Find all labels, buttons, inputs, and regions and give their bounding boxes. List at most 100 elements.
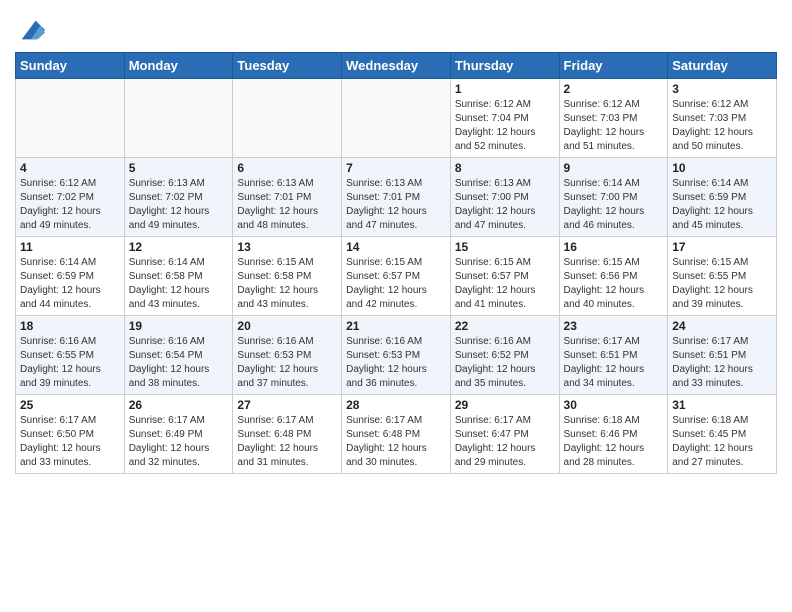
day-cell-10: 10 Sunrise: 6:14 AM Sunset: 6:59 PM Dayli… (668, 158, 777, 237)
day-info: Sunrise: 6:16 AM Sunset: 6:55 PM Dayligh… (20, 335, 120, 391)
day-cell-24: 24 Sunrise: 6:17 AM Sunset: 6:51 PM Dayli… (668, 316, 777, 395)
day-header-monday: Monday (124, 53, 233, 79)
day-info: Sunrise: 6:12 AM Sunset: 7:04 PM Dayligh… (455, 98, 555, 154)
day-cell-3: 3 Sunrise: 6:12 AM Sunset: 7:03 PM Daylig… (668, 79, 777, 158)
day-info: Sunrise: 6:17 AM Sunset: 6:47 PM Dayligh… (455, 414, 555, 470)
day-number: 8 (455, 161, 555, 175)
day-info: Sunrise: 6:18 AM Sunset: 6:46 PM Dayligh… (564, 414, 664, 470)
logo-icon (17, 16, 45, 44)
day-info: Sunrise: 6:14 AM Sunset: 6:58 PM Dayligh… (129, 256, 229, 312)
day-number: 16 (564, 240, 664, 254)
day-cell-8: 8 Sunrise: 6:13 AM Sunset: 7:00 PM Daylig… (450, 158, 559, 237)
day-cell-empty (124, 79, 233, 158)
day-cell-16: 16 Sunrise: 6:15 AM Sunset: 6:56 PM Dayli… (559, 237, 668, 316)
day-info: Sunrise: 6:13 AM Sunset: 7:01 PM Dayligh… (237, 177, 337, 233)
day-info: Sunrise: 6:15 AM Sunset: 6:58 PM Dayligh… (237, 256, 337, 312)
day-number: 18 (20, 319, 120, 333)
day-cell-empty (342, 79, 451, 158)
day-cell-12: 12 Sunrise: 6:14 AM Sunset: 6:58 PM Dayli… (124, 237, 233, 316)
day-number: 12 (129, 240, 229, 254)
day-info: Sunrise: 6:15 AM Sunset: 6:57 PM Dayligh… (455, 256, 555, 312)
day-number: 29 (455, 398, 555, 412)
day-number: 2 (564, 82, 664, 96)
day-number: 6 (237, 161, 337, 175)
day-info: Sunrise: 6:14 AM Sunset: 7:00 PM Dayligh… (564, 177, 664, 233)
day-header-thursday: Thursday (450, 53, 559, 79)
day-info: Sunrise: 6:17 AM Sunset: 6:49 PM Dayligh… (129, 414, 229, 470)
day-info: Sunrise: 6:17 AM Sunset: 6:48 PM Dayligh… (237, 414, 337, 470)
day-info: Sunrise: 6:12 AM Sunset: 7:03 PM Dayligh… (564, 98, 664, 154)
day-cell-empty (16, 79, 125, 158)
day-info: Sunrise: 6:17 AM Sunset: 6:51 PM Dayligh… (672, 335, 772, 391)
day-cell-1: 1Sunrise: 6:12 AM Sunset: 7:04 PM Daylig… (450, 79, 559, 158)
day-info: Sunrise: 6:13 AM Sunset: 7:02 PM Dayligh… (129, 177, 229, 233)
day-info: Sunrise: 6:17 AM Sunset: 6:48 PM Dayligh… (346, 414, 446, 470)
week-row-2: 4Sunrise: 6:12 AM Sunset: 7:02 PM Daylig… (16, 158, 777, 237)
day-info: Sunrise: 6:18 AM Sunset: 6:45 PM Dayligh… (672, 414, 772, 470)
day-number: 17 (672, 240, 772, 254)
calendar-table: SundayMondayTuesdayWednesdayThursdayFrid… (15, 52, 777, 474)
day-info: Sunrise: 6:15 AM Sunset: 6:57 PM Dayligh… (346, 256, 446, 312)
day-cell-5: 5 Sunrise: 6:13 AM Sunset: 7:02 PM Daylig… (124, 158, 233, 237)
day-header-sunday: Sunday (16, 53, 125, 79)
day-number: 19 (129, 319, 229, 333)
day-number: 15 (455, 240, 555, 254)
day-info: Sunrise: 6:12 AM Sunset: 7:03 PM Dayligh… (672, 98, 772, 154)
day-number: 25 (20, 398, 120, 412)
day-number: 22 (455, 319, 555, 333)
day-cell-21: 21 Sunrise: 6:16 AM Sunset: 6:53 PM Dayli… (342, 316, 451, 395)
day-number: 30 (564, 398, 664, 412)
day-cell-18: 18 Sunrise: 6:16 AM Sunset: 6:55 PM Dayli… (16, 316, 125, 395)
day-cell-28: 28 Sunrise: 6:17 AM Sunset: 6:48 PM Dayli… (342, 395, 451, 474)
day-cell-2: 2 Sunrise: 6:12 AM Sunset: 7:03 PM Daylig… (559, 79, 668, 158)
day-number: 28 (346, 398, 446, 412)
day-cell-13: 13 Sunrise: 6:15 AM Sunset: 6:58 PM Dayli… (233, 237, 342, 316)
day-header-friday: Friday (559, 53, 668, 79)
day-info: Sunrise: 6:16 AM Sunset: 6:52 PM Dayligh… (455, 335, 555, 391)
day-cell-23: 23Sunrise: 6:17 AM Sunset: 6:51 PM Dayli… (559, 316, 668, 395)
week-row-5: 25Sunrise: 6:17 AM Sunset: 6:50 PM Dayli… (16, 395, 777, 474)
day-info: Sunrise: 6:16 AM Sunset: 6:54 PM Dayligh… (129, 335, 229, 391)
day-number: 4 (20, 161, 120, 175)
day-info: Sunrise: 6:14 AM Sunset: 6:59 PM Dayligh… (20, 256, 120, 312)
day-cell-25: 25Sunrise: 6:17 AM Sunset: 6:50 PM Dayli… (16, 395, 125, 474)
day-info: Sunrise: 6:13 AM Sunset: 7:00 PM Dayligh… (455, 177, 555, 233)
day-cell-6: 6 Sunrise: 6:13 AM Sunset: 7:01 PM Daylig… (233, 158, 342, 237)
day-number: 7 (346, 161, 446, 175)
day-number: 24 (672, 319, 772, 333)
day-number: 23 (564, 319, 664, 333)
day-number: 11 (20, 240, 120, 254)
day-cell-7: 7 Sunrise: 6:13 AM Sunset: 7:01 PM Daylig… (342, 158, 451, 237)
day-cell-empty (233, 79, 342, 158)
day-cell-15: 15 Sunrise: 6:15 AM Sunset: 6:57 PM Dayli… (450, 237, 559, 316)
day-info: Sunrise: 6:13 AM Sunset: 7:01 PM Dayligh… (346, 177, 446, 233)
day-header-saturday: Saturday (668, 53, 777, 79)
day-number: 14 (346, 240, 446, 254)
week-row-1: 1Sunrise: 6:12 AM Sunset: 7:04 PM Daylig… (16, 79, 777, 158)
day-number: 5 (129, 161, 229, 175)
day-number: 21 (346, 319, 446, 333)
day-cell-11: 11 Sunrise: 6:14 AM Sunset: 6:59 PM Dayli… (16, 237, 125, 316)
day-info: Sunrise: 6:14 AM Sunset: 6:59 PM Dayligh… (672, 177, 772, 233)
day-number: 27 (237, 398, 337, 412)
week-row-4: 18 Sunrise: 6:16 AM Sunset: 6:55 PM Dayli… (16, 316, 777, 395)
day-header-tuesday: Tuesday (233, 53, 342, 79)
day-number: 3 (672, 82, 772, 96)
day-number: 9 (564, 161, 664, 175)
day-number: 31 (672, 398, 772, 412)
day-cell-14: 14 Sunrise: 6:15 AM Sunset: 6:57 PM Dayli… (342, 237, 451, 316)
day-info: Sunrise: 6:15 AM Sunset: 6:55 PM Dayligh… (672, 256, 772, 312)
day-header-wednesday: Wednesday (342, 53, 451, 79)
day-cell-4: 4Sunrise: 6:12 AM Sunset: 7:02 PM Daylig… (16, 158, 125, 237)
days-of-week-row: SundayMondayTuesdayWednesdayThursdayFrid… (16, 53, 777, 79)
day-cell-9: 9 Sunrise: 6:14 AM Sunset: 7:00 PM Daylig… (559, 158, 668, 237)
day-info: Sunrise: 6:16 AM Sunset: 6:53 PM Dayligh… (346, 335, 446, 391)
day-cell-19: 19 Sunrise: 6:16 AM Sunset: 6:54 PM Dayli… (124, 316, 233, 395)
day-cell-26: 26Sunrise: 6:17 AM Sunset: 6:49 PM Dayli… (124, 395, 233, 474)
day-number: 13 (237, 240, 337, 254)
day-info: Sunrise: 6:15 AM Sunset: 6:56 PM Dayligh… (564, 256, 664, 312)
header (15, 10, 777, 44)
day-cell-27: 27 Sunrise: 6:17 AM Sunset: 6:48 PM Dayli… (233, 395, 342, 474)
calendar-body: 1Sunrise: 6:12 AM Sunset: 7:04 PM Daylig… (16, 79, 777, 474)
day-number: 10 (672, 161, 772, 175)
